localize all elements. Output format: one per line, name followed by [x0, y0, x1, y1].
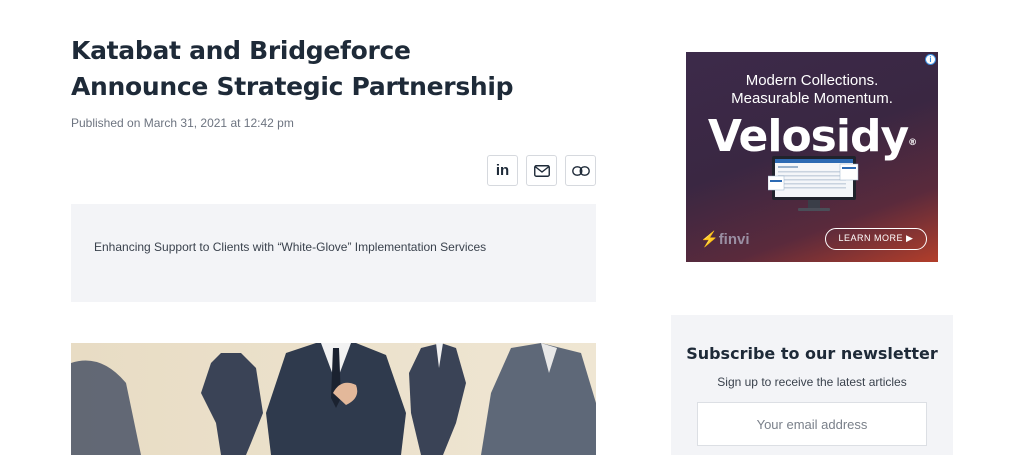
- share-email-button[interactable]: [526, 155, 557, 186]
- article-summary-box: Enhancing Support to Clients with “White…: [71, 204, 596, 302]
- ad-brand-logo: Velosidy®: [686, 112, 938, 162]
- link-icon: [571, 165, 590, 176]
- velosidy-ad-banner[interactable]: i Modern Collections. Measurable Momentu…: [686, 52, 938, 262]
- newsletter-box: Subscribe to our newsletter Sign up to r…: [671, 315, 953, 455]
- ad-info-icon[interactable]: i: [925, 54, 936, 65]
- article-title: Katabat and Bridgeforce Announce Strateg…: [71, 36, 514, 101]
- ad-headline-line1: Modern Collections.: [745, 72, 879, 89]
- newsletter-title: Subscribe to our newsletter: [686, 344, 938, 363]
- ad-registered-mark: ®: [908, 138, 917, 148]
- linkedin-icon: in: [495, 162, 510, 179]
- finvi-wordmark: finvi: [718, 231, 750, 248]
- share-linkedin-button[interactable]: in: [487, 155, 518, 186]
- ad-headline-line2: Measurable Momentum.: [731, 90, 893, 107]
- copy-link-button[interactable]: [565, 155, 596, 186]
- ad-brand-name: Velosidy: [707, 111, 909, 162]
- newsletter-email-input[interactable]: [697, 402, 927, 446]
- finvi-icon: ⚡: [700, 231, 719, 248]
- mail-icon: [533, 164, 550, 177]
- ad-headline: Modern Collections. Measurable Momentum.: [686, 72, 938, 108]
- finvi-logo: ⚡finvi: [700, 230, 750, 248]
- article-summary: Enhancing Support to Clients with “White…: [94, 240, 487, 254]
- newsletter-subtitle: Sign up to receive the latest articles: [717, 375, 907, 389]
- monitor-screenshot-icon: [768, 156, 859, 211]
- article-hero-image: [71, 343, 596, 455]
- ad-learn-more-button[interactable]: LEARN MORE ▶: [825, 228, 927, 250]
- publish-date: Published on March 31, 2021 at 12:42 pm: [71, 116, 294, 130]
